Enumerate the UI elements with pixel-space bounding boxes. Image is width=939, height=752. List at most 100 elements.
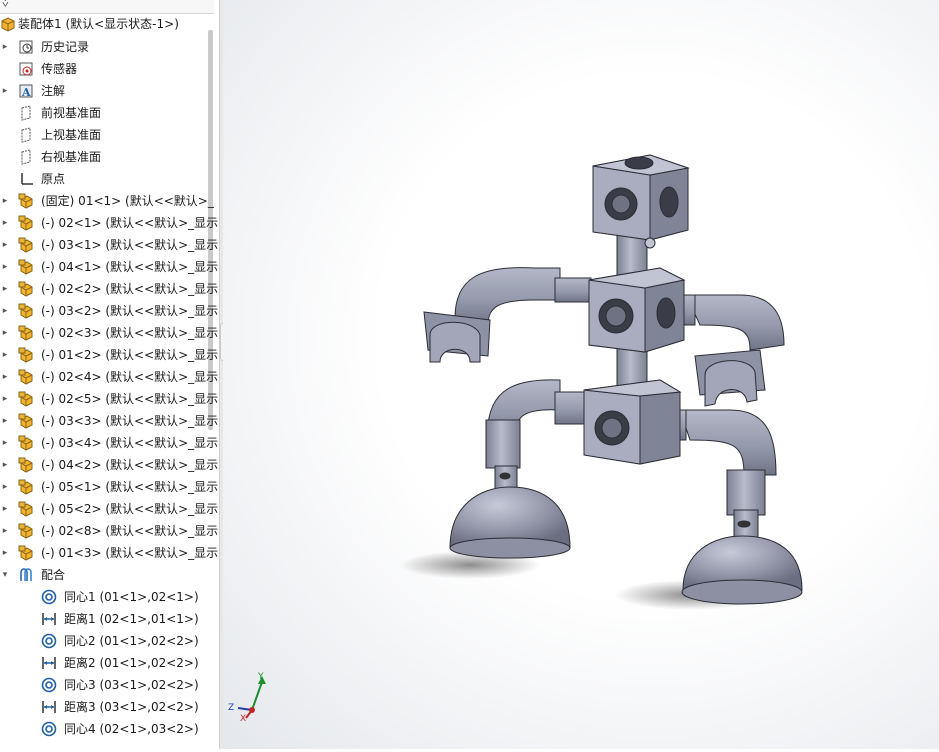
triad-x-label: X [240,714,246,724]
assembly-icon [0,16,16,32]
expand-arrow-icon[interactable]: ▸ [0,234,10,256]
tree-item[interactable]: ▸ (-) 02<4> (默认<<默认>_显示 [0,366,218,388]
tree-mate-item[interactable]: 同心4 (02<1>,03<2>) [0,718,210,740]
expand-arrow-icon[interactable]: ▸ [0,498,10,520]
tree-mate-item[interactable]: 距离2 (01<1>,02<2>) [0,652,210,674]
tree-item-label: (-) 02<4> (默认<<默认>_显示 [41,370,219,384]
part-icon [18,369,34,385]
tree-item-label: 传感器 [41,62,78,76]
tree-item[interactable]: ▸ (-) 05<2> (默认<<默认>_显示 [0,498,218,520]
expand-arrow-icon[interactable]: ▸ [0,542,10,564]
expand-arrow-icon[interactable]: ▸ [0,388,10,410]
tree-item-label: (-) 05<1> (默认<<默认>_显示 [41,480,219,494]
sensor-icon [18,61,34,77]
tree-item[interactable]: ▸ (-) 02<1> (默认<<默认>_显示 [0,212,218,234]
concentric-mate-icon [41,721,57,737]
tree-item-label: (-) 01<2> (默认<<默认>_显示 [41,348,219,362]
tree-mate-item[interactable]: 距离3 (03<1>,02<2>) [0,696,210,718]
tree-item-label: 同心4 (02<1>,03<2>) [64,722,199,736]
tree-item[interactable]: ▸ (-) 03<4> (默认<<默认>_显示 [0,432,218,454]
expand-arrow-icon[interactable]: ▸ [0,80,10,102]
plane-icon [18,149,34,165]
tree-item[interactable]: 传感器 [0,58,210,80]
tree-item[interactable]: 右视基准面 [0,146,210,168]
tree-item[interactable]: ▸ (-) 03<2> (默认<<默认>_显示 [0,300,218,322]
tree-item-label: 历史记录 [41,40,90,54]
part-icon [18,303,34,319]
tree-item-label: 同心2 (01<1>,02<2>) [64,634,199,648]
tree-filter-bar[interactable]: ⩒ [0,0,214,14]
tree-item-label: (-) 04<1> (默认<<默认>_显示 [41,260,219,274]
tree-item-label: (-) 01<3> (默认<<默认>_显示 [41,546,219,560]
filter-icon[interactable]: ⩒ [2,0,9,11]
tree-item[interactable]: ▸ (-) 02<3> (默认<<默认>_显示 [0,322,218,344]
expand-arrow-icon[interactable]: ▸ [0,366,10,388]
tree-item[interactable]: ▸ A 注解 [0,80,210,102]
tree-item[interactable]: ▾ 配合 [0,564,210,586]
expand-arrow-icon[interactable]: ▸ [0,212,10,234]
expand-arrow-icon[interactable]: ▸ [0,256,10,278]
tree-item-label: (-) 02<5> (默认<<默认>_显示 [41,392,219,406]
tree-item-label: 距离3 (03<1>,02<2>) [64,700,199,714]
part-icon [18,457,34,473]
origin-icon [18,171,34,187]
tree-item[interactable]: ▸ (-) 04<2> (默认<<默认>_显示 [0,454,218,476]
tree-item-label: 距离1 (02<1>,01<1>) [64,612,199,626]
tree-item[interactable]: ▸ (-) 04<1> (默认<<默认>_显示 [0,256,218,278]
robot-body [423,154,803,605]
tree-mate-item[interactable]: 距离1 (02<1>,01<1>) [0,608,210,630]
tree-item-label: (-) 03<3> (默认<<默认>_显示 [41,414,219,428]
view-triad[interactable]: Y Z X [228,672,266,724]
tree-item[interactable]: ▸ (-) 01<2> (默认<<默认>_显示 [0,344,218,366]
part-icon [18,413,34,429]
tree-item[interactable]: 前视基准面 [0,102,210,124]
expand-arrow-icon[interactable]: ▸ [0,476,10,498]
feature-manager-tree[interactable]: ⩒ 装配体1 (默认<显示状态-1>) ▸ 历史记录传感器 ▸ A 注解前视基准面上视基准… [0,0,219,749]
tree-item-label: 装配体1 (默认<显示状态-1>) [18,17,179,31]
concentric-mate-icon [41,633,57,649]
expand-arrow-icon[interactable]: ▸ [0,190,10,212]
expand-arrow-icon[interactable]: ▸ [0,36,10,58]
expand-arrow-icon[interactable]: ▸ [0,432,10,454]
history-icon [18,39,34,55]
tree-item[interactable]: ▸ (-) 03<3> (默认<<默认>_显示 [0,410,218,432]
tree-root-assembly[interactable]: 装配体1 (默认<显示状态-1>) [0,13,210,35]
triad-y-label: Y [257,672,264,682]
robot-model[interactable]: Y Z X [223,0,939,749]
expand-arrow-icon[interactable]: ▸ [0,520,10,542]
tree-item-label: 前视基准面 [41,106,102,120]
tree-item[interactable]: 原点 [0,168,210,190]
expand-arrow-icon[interactable]: ▸ [0,454,10,476]
tree-item-label: (-) 03<1> (默认<<默认>_显示 [41,238,219,252]
tree-item[interactable]: ▸ (固定) 01<1> (默认<<默认>_ [0,190,214,212]
mates-folder-icon [18,567,34,583]
triad-z-label: Z [228,703,234,713]
tree-mate-item[interactable]: 同心1 (01<1>,02<1>) [0,586,210,608]
tree-item-label: 原点 [41,172,66,186]
tree-mate-item[interactable]: 同心3 (03<1>,02<2>) [0,674,210,696]
expand-arrow-icon[interactable]: ▸ [0,344,10,366]
tree-item-label: (-) 03<2> (默认<<默认>_显示 [41,304,219,318]
distance-mate-icon [41,655,57,671]
tree-item[interactable]: ▸ (-) 02<5> (默认<<默认>_显示 [0,388,218,410]
part-icon [18,259,34,275]
tree-item[interactable]: ▸ 历史记录 [0,36,210,58]
tree-item[interactable]: ▸ (-) 05<1> (默认<<默认>_显示 [0,476,218,498]
tree-item[interactable]: 上视基准面 [0,124,210,146]
expand-arrow-icon[interactable]: ▸ [0,278,10,300]
expand-arrow-icon[interactable]: ▸ [0,300,10,322]
triad-y-axis [251,681,263,711]
part-icon [18,479,34,495]
tree-mate-item[interactable]: 同心2 (01<1>,02<2>) [0,630,210,652]
distance-mate-icon [41,611,57,627]
tree-item-label: 同心3 (03<1>,02<2>) [64,678,199,692]
graphics-viewport[interactable]: Y Z X [223,0,939,749]
expand-arrow-icon[interactable]: ▸ [0,322,10,344]
tree-item[interactable]: ▸ (-) 01<3> (默认<<默认>_显示 [0,542,218,564]
tree-item[interactable]: ▸ (-) 02<8> (默认<<默认>_显示 [0,520,218,542]
tree-item[interactable]: ▸ (-) 03<1> (默认<<默认>_显示 [0,234,218,256]
distance-mate-icon [41,699,57,715]
expand-arrow-icon[interactable]: ▸ [0,410,10,432]
collapse-arrow-icon[interactable]: ▾ [0,564,10,586]
tree-item[interactable]: ▸ (-) 02<2> (默认<<默认>_显示 [0,278,218,300]
